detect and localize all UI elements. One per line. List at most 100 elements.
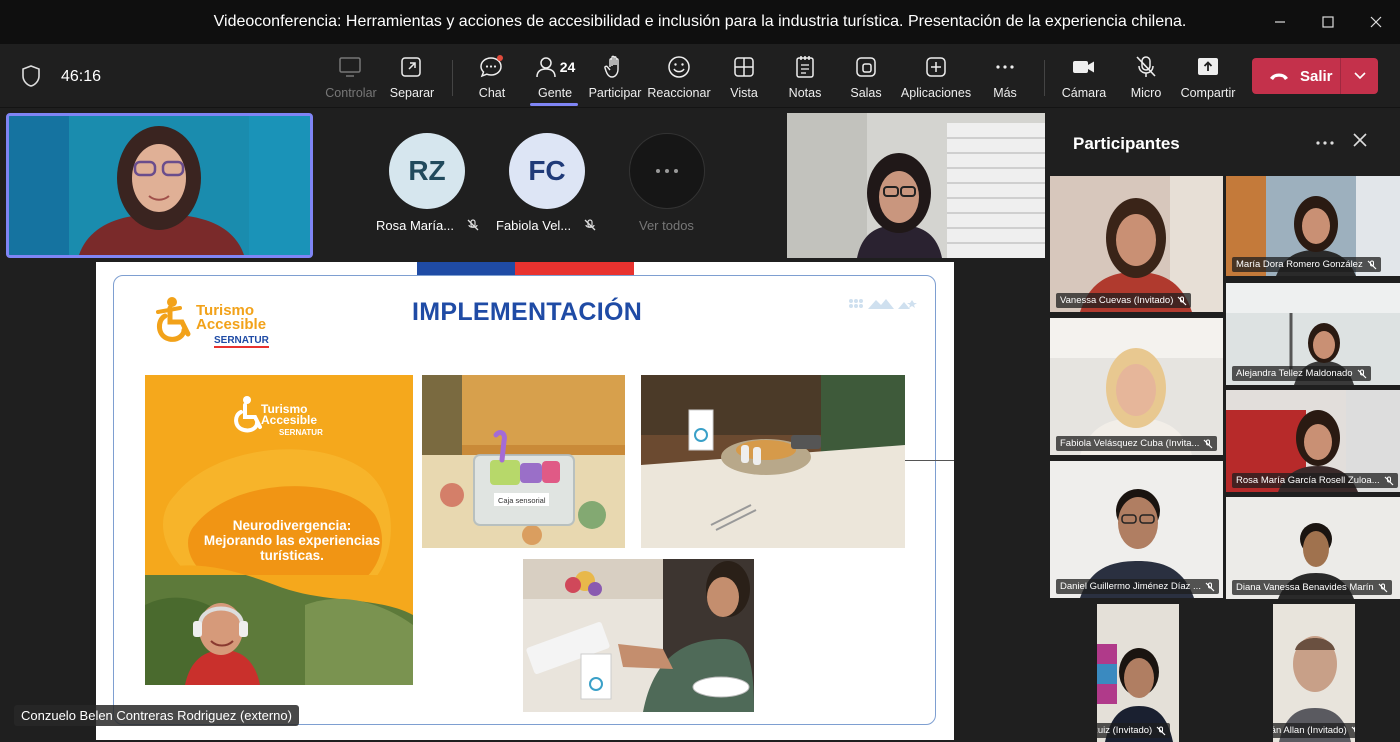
chat-icon [480, 55, 503, 78]
share-button[interactable]: Compartir [1177, 54, 1239, 104]
participant-avatar-fc[interactable]: FC [509, 133, 585, 209]
toolbar-divider [452, 60, 453, 96]
pop-out-button[interactable]: Separar [381, 54, 443, 104]
panel-title: Participantes [1073, 134, 1180, 153]
window-title: Videoconferencia: Herramientas y accione… [213, 13, 1187, 30]
restaurant-table-photo [641, 375, 905, 548]
mic-muted-icon [1357, 369, 1366, 378]
speaker-name-label: Conzuelo Belen Contreras Rodriguez (exte… [14, 705, 299, 726]
control-button[interactable]: Controlar [320, 54, 382, 104]
participant-name-fc: Fabiola Vel... [496, 218, 597, 233]
view-all-button[interactable] [629, 133, 705, 209]
minimize-icon [1275, 21, 1285, 23]
mic-muted-icon [1351, 726, 1355, 732]
participant-video-frame [1050, 318, 1223, 455]
close-window-button[interactable] [1352, 0, 1400, 44]
more-button[interactable]: Más [974, 54, 1036, 104]
turismo-accesible-logo: Turismo Accesible SERNATUR [152, 294, 272, 350]
participant-tile[interactable]: Alexis Ruiz (Invitado) [1097, 604, 1179, 742]
participant-avatar-rz[interactable]: RZ [389, 133, 465, 209]
maximize-icon [1322, 16, 1334, 28]
shared-slide: Turismo Accesible SERNATUR IMPLEMENTACIÓ… [96, 262, 954, 740]
neurodivergencia-poster: Turismo Accesible SERNATUR Neurodivergen… [145, 375, 413, 685]
camera-icon [1073, 61, 1094, 73]
people-count: 24 [559, 59, 576, 75]
participant-name-rz: Rosa María... [376, 218, 480, 233]
leave-button[interactable]: Salir [1252, 58, 1378, 94]
mic-muted-icon [1203, 439, 1213, 448]
slide-edge-line [905, 460, 954, 461]
flag-stripe-blue [417, 262, 515, 275]
view-button[interactable]: Vista [713, 54, 775, 104]
mic-muted-icon [1367, 260, 1377, 269]
title-bar: Videoconferencia: Herramientas y accione… [0, 0, 1400, 44]
notes-icon [796, 56, 814, 78]
active-tab-indicator [530, 103, 578, 106]
participant-tile[interactable]: Daniel Guillermo Jiménez Díaz ... [1050, 461, 1223, 598]
mic-button[interactable]: Micro [1115, 54, 1177, 104]
participant-video[interactable] [787, 113, 1045, 258]
people-button[interactable]: 24 Gente [522, 54, 588, 104]
mic-muted-icon [1205, 582, 1215, 591]
participant-tile[interactable]: Diana Vanessa Benavides Marín [1226, 497, 1400, 599]
share-screen-icon [1198, 58, 1218, 75]
meeting-timer: 46:16 [61, 68, 102, 85]
waiter-card-photo [523, 559, 754, 712]
participant-tile[interactable]: Sebastián Allan (Invitado) [1273, 604, 1355, 742]
camera-button[interactable]: Cámara [1053, 54, 1115, 104]
participant-video-frame [1050, 176, 1223, 312]
wheelchair-icon [156, 297, 191, 342]
participant-tile[interactable]: Vanessa Cuevas (Invitado) [1050, 176, 1223, 312]
speaker-video-frame [9, 116, 310, 255]
emoji-icon [668, 56, 690, 78]
participant-video-frame [1050, 461, 1223, 598]
photo-image [422, 375, 625, 548]
participant-video-frame [1273, 604, 1355, 742]
people-icon [535, 57, 556, 78]
pop-out-icon [401, 57, 421, 77]
mic-muted-icon [1378, 583, 1388, 592]
sensory-box-photo: Caja sensorial [422, 375, 625, 548]
active-speaker-video[interactable] [6, 113, 313, 258]
panel-more-button[interactable] [1316, 130, 1334, 151]
apps-button[interactable]: Aplicaciones [897, 54, 975, 104]
raise-hand-button[interactable]: Participar [584, 54, 646, 104]
sensory-box-label: Caja sensorial [498, 496, 546, 505]
raise-hand-icon [604, 55, 619, 78]
poster-headline: Neurodivergencia: Mejorando las experien… [203, 518, 381, 563]
more-icon [1316, 141, 1334, 145]
meeting-toolbar: 46:16 Controlar Separar Chat 24 Gente Pa… [0, 44, 1400, 108]
view-all-label: Ver todos [639, 218, 694, 233]
breakout-rooms-icon [856, 57, 876, 77]
close-icon [1370, 16, 1382, 28]
participant-video-frame [1097, 604, 1179, 742]
close-panel-button[interactable] [1350, 130, 1370, 150]
participant-tile[interactable]: Rosa María García Rosell Zuloa... [1226, 390, 1400, 492]
take-control-icon [339, 57, 361, 77]
mic-muted-icon [1384, 476, 1394, 485]
minimize-button[interactable] [1256, 0, 1304, 44]
slide-title: IMPLEMENTACIÓN [412, 298, 643, 326]
chat-button[interactable]: Chat [461, 54, 523, 104]
maximize-button[interactable] [1304, 0, 1352, 44]
participant-video-frame [787, 113, 1045, 258]
add-app-icon [926, 57, 946, 77]
mic-muted-icon [1177, 296, 1187, 305]
participant-tile[interactable]: Alejandra Tellez Maldonado [1226, 283, 1400, 385]
mic-muted-icon [1156, 726, 1166, 735]
more-icon [996, 65, 1014, 69]
window-controls [1256, 0, 1400, 44]
hang-up-icon [1270, 73, 1288, 80]
participant-tile[interactable]: Fabiola Velásquez Cuba (Invita... [1050, 318, 1223, 455]
participant-tile[interactable]: María Dora Romero González [1226, 176, 1400, 276]
mic-muted-icon [467, 219, 479, 231]
react-button[interactable]: Reaccionar [647, 54, 711, 104]
mic-muted-icon [584, 219, 596, 231]
notes-button[interactable]: Notas [774, 54, 836, 104]
photo-image [523, 559, 754, 712]
shield-icon[interactable] [20, 64, 42, 88]
rooms-button[interactable]: Salas [835, 54, 897, 104]
leave-options-button[interactable] [1341, 71, 1378, 81]
more-icon [656, 169, 678, 173]
decorative-mountains-icon [849, 299, 917, 309]
